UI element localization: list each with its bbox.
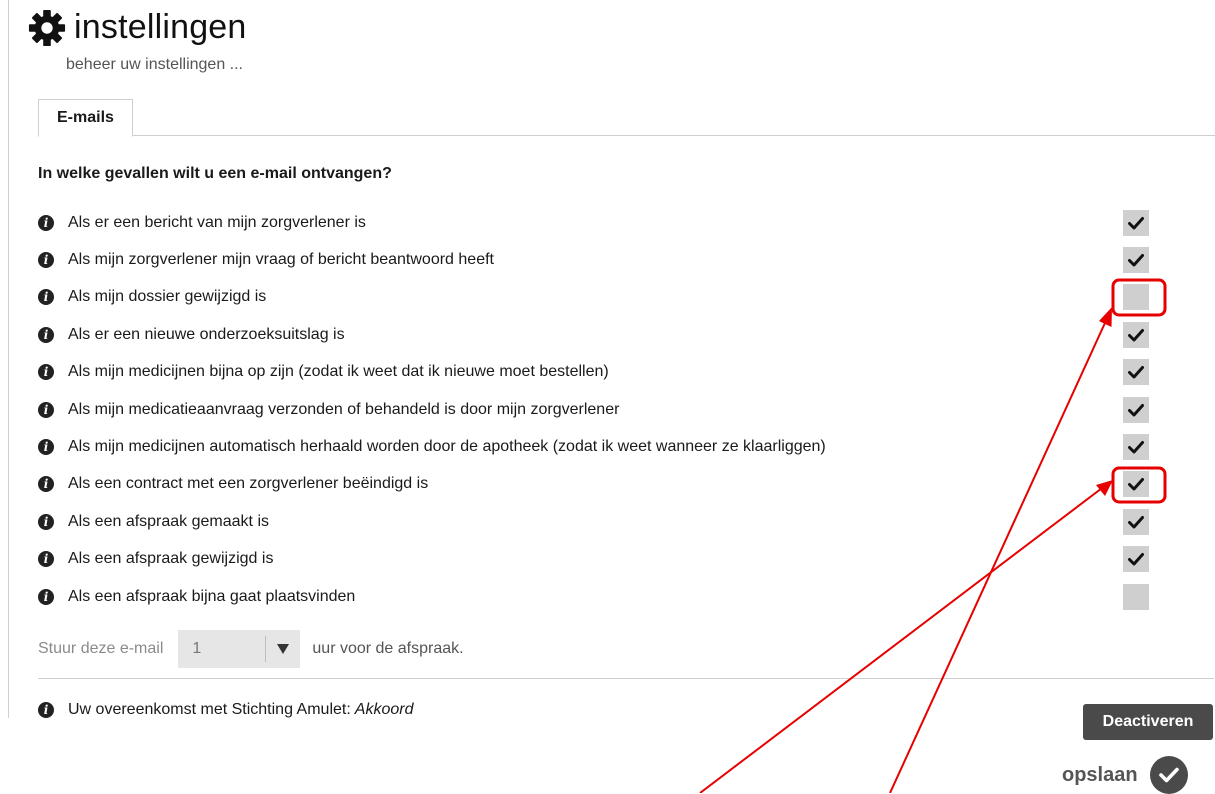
option-label: Als mijn zorgverlener mijn vraag of beri… bbox=[68, 251, 494, 269]
checkmark-icon bbox=[1128, 553, 1144, 566]
section-divider bbox=[38, 678, 1214, 679]
option-row: i Als een afspraak bijna gaat plaatsvinde… bbox=[38, 578, 1162, 615]
info-icon[interactable]: i bbox=[38, 588, 54, 605]
option-checkbox[interactable] bbox=[1123, 508, 1149, 535]
option-row: i Als mijn dossier gewijzigd is bbox=[38, 279, 1162, 316]
checkmark-icon bbox=[1128, 366, 1144, 379]
option-row: i Als er een bericht van mijn zorgverlene… bbox=[38, 204, 1162, 241]
section-question: In welke gevallen wilt u een e-mail ontv… bbox=[38, 165, 392, 182]
option-row: i Als een contract met een zorgverlener b… bbox=[38, 466, 1162, 503]
option-checkbox[interactable] bbox=[1123, 471, 1149, 498]
option-label: Als een afspraak gemaakt is bbox=[68, 512, 269, 530]
triangle-down-icon bbox=[277, 644, 290, 654]
checkmark-icon bbox=[1128, 328, 1144, 342]
checkmark-icon bbox=[1128, 515, 1144, 529]
option-label: Als mijn medicatieaanvraag verzonden of … bbox=[68, 400, 620, 418]
reminder-row: Stuur deze e-mail 1 uur voor de afspraak… bbox=[38, 630, 464, 668]
page-subtitle: beheer uw instellingen ... bbox=[66, 56, 243, 73]
info-icon[interactable]: i bbox=[38, 551, 54, 568]
info-icon[interactable]: i bbox=[38, 214, 54, 231]
email-options-list: i Als er een bericht van mijn zorgverlene… bbox=[38, 204, 1162, 615]
option-label: Als mijn medicijnen automatisch herhaald… bbox=[68, 438, 826, 456]
info-icon[interactable]: i bbox=[38, 326, 54, 343]
info-icon[interactable]: i bbox=[38, 476, 54, 493]
agreement-status: Akkoord bbox=[354, 701, 414, 718]
checkmark-icon bbox=[1128, 403, 1144, 417]
deactivate-button[interactable]: Deactiveren bbox=[1083, 704, 1213, 740]
info-icon[interactable]: i bbox=[38, 364, 54, 381]
checkmark-icon bbox=[1128, 254, 1144, 267]
checkmark-icon bbox=[1128, 216, 1144, 230]
option-checkbox[interactable] bbox=[1123, 434, 1149, 461]
option-row: i Als er een nieuwe onderzoeksuitslag is bbox=[38, 316, 1162, 353]
option-checkbox[interactable] bbox=[1123, 546, 1149, 573]
info-icon[interactable]: i bbox=[38, 513, 54, 530]
option-checkbox[interactable] bbox=[1123, 321, 1149, 348]
option-checkbox[interactable] bbox=[1123, 396, 1149, 423]
reminder-hours-value: 1 bbox=[192, 640, 202, 657]
option-checkbox[interactable] bbox=[1123, 209, 1149, 236]
tab-emails[interactable]: E-mails bbox=[38, 99, 133, 137]
option-label: Als mijn dossier gewijzigd is bbox=[68, 288, 267, 306]
info-icon[interactable]: i bbox=[38, 439, 54, 456]
tab-bar: E-mails bbox=[38, 99, 1215, 137]
option-label: Als een afspraak gewijzigd is bbox=[68, 550, 274, 568]
save-label: opslaan bbox=[1062, 763, 1138, 786]
checkmark-circle-icon bbox=[1149, 756, 1188, 794]
option-row: i Als mijn zorgverlener mijn vraag of ber… bbox=[38, 241, 1162, 278]
option-row: i Als mijn medicatieaanvraag verzonden of… bbox=[38, 391, 1162, 428]
option-row: i Als mijn medicijnen bijna op zijn (zoda… bbox=[38, 354, 1162, 391]
option-checkbox[interactable] bbox=[1123, 284, 1149, 311]
checkmark-icon bbox=[1128, 478, 1144, 491]
option-row: i Als een afspraak gewijzigd is bbox=[38, 541, 1162, 578]
page-header: instellingen beheer uw instellingen ... bbox=[28, 8, 247, 73]
save-button[interactable]: opslaan bbox=[1062, 756, 1188, 794]
agreement-text: Uw overeenkomst met Stichting Amulet: bbox=[68, 701, 351, 718]
info-icon[interactable]: i bbox=[38, 401, 54, 418]
info-icon[interactable]: i bbox=[38, 252, 54, 269]
reminder-hours-select[interactable]: 1 bbox=[178, 630, 301, 668]
reminder-suffix: uur voor de afspraak. bbox=[312, 640, 464, 657]
title-row: instellingen bbox=[28, 8, 247, 47]
info-icon[interactable]: i bbox=[38, 702, 54, 718]
agreement-row: i Uw overeenkomst met Stichting Amulet: … bbox=[38, 701, 413, 719]
gear-icon bbox=[28, 9, 66, 46]
option-label: Als er een bericht van mijn zorgverlener… bbox=[68, 213, 366, 231]
reminder-prefix: Stuur deze e-mail bbox=[38, 640, 164, 657]
info-icon[interactable]: i bbox=[38, 289, 54, 306]
option-label: Als een contract met een zorgverlener be… bbox=[68, 475, 429, 493]
select-separator bbox=[265, 636, 267, 662]
option-label: Als een afspraak bijna gaat plaatsvinden bbox=[68, 587, 356, 605]
option-checkbox[interactable] bbox=[1123, 359, 1149, 386]
page-title: instellingen bbox=[74, 8, 247, 46]
option-row: i Als mijn medicijnen automatisch herhaal… bbox=[38, 428, 1162, 465]
option-row: i Als een afspraak gemaakt is bbox=[38, 503, 1162, 540]
option-label: Als er een nieuwe onderzoeksuitslag is bbox=[68, 325, 345, 343]
option-label: Als mijn medicijnen bijna op zijn (zodat… bbox=[68, 363, 609, 381]
option-checkbox[interactable] bbox=[1123, 583, 1149, 610]
left-border bbox=[8, 0, 9, 718]
option-checkbox[interactable] bbox=[1123, 247, 1149, 274]
checkmark-icon bbox=[1128, 441, 1144, 454]
